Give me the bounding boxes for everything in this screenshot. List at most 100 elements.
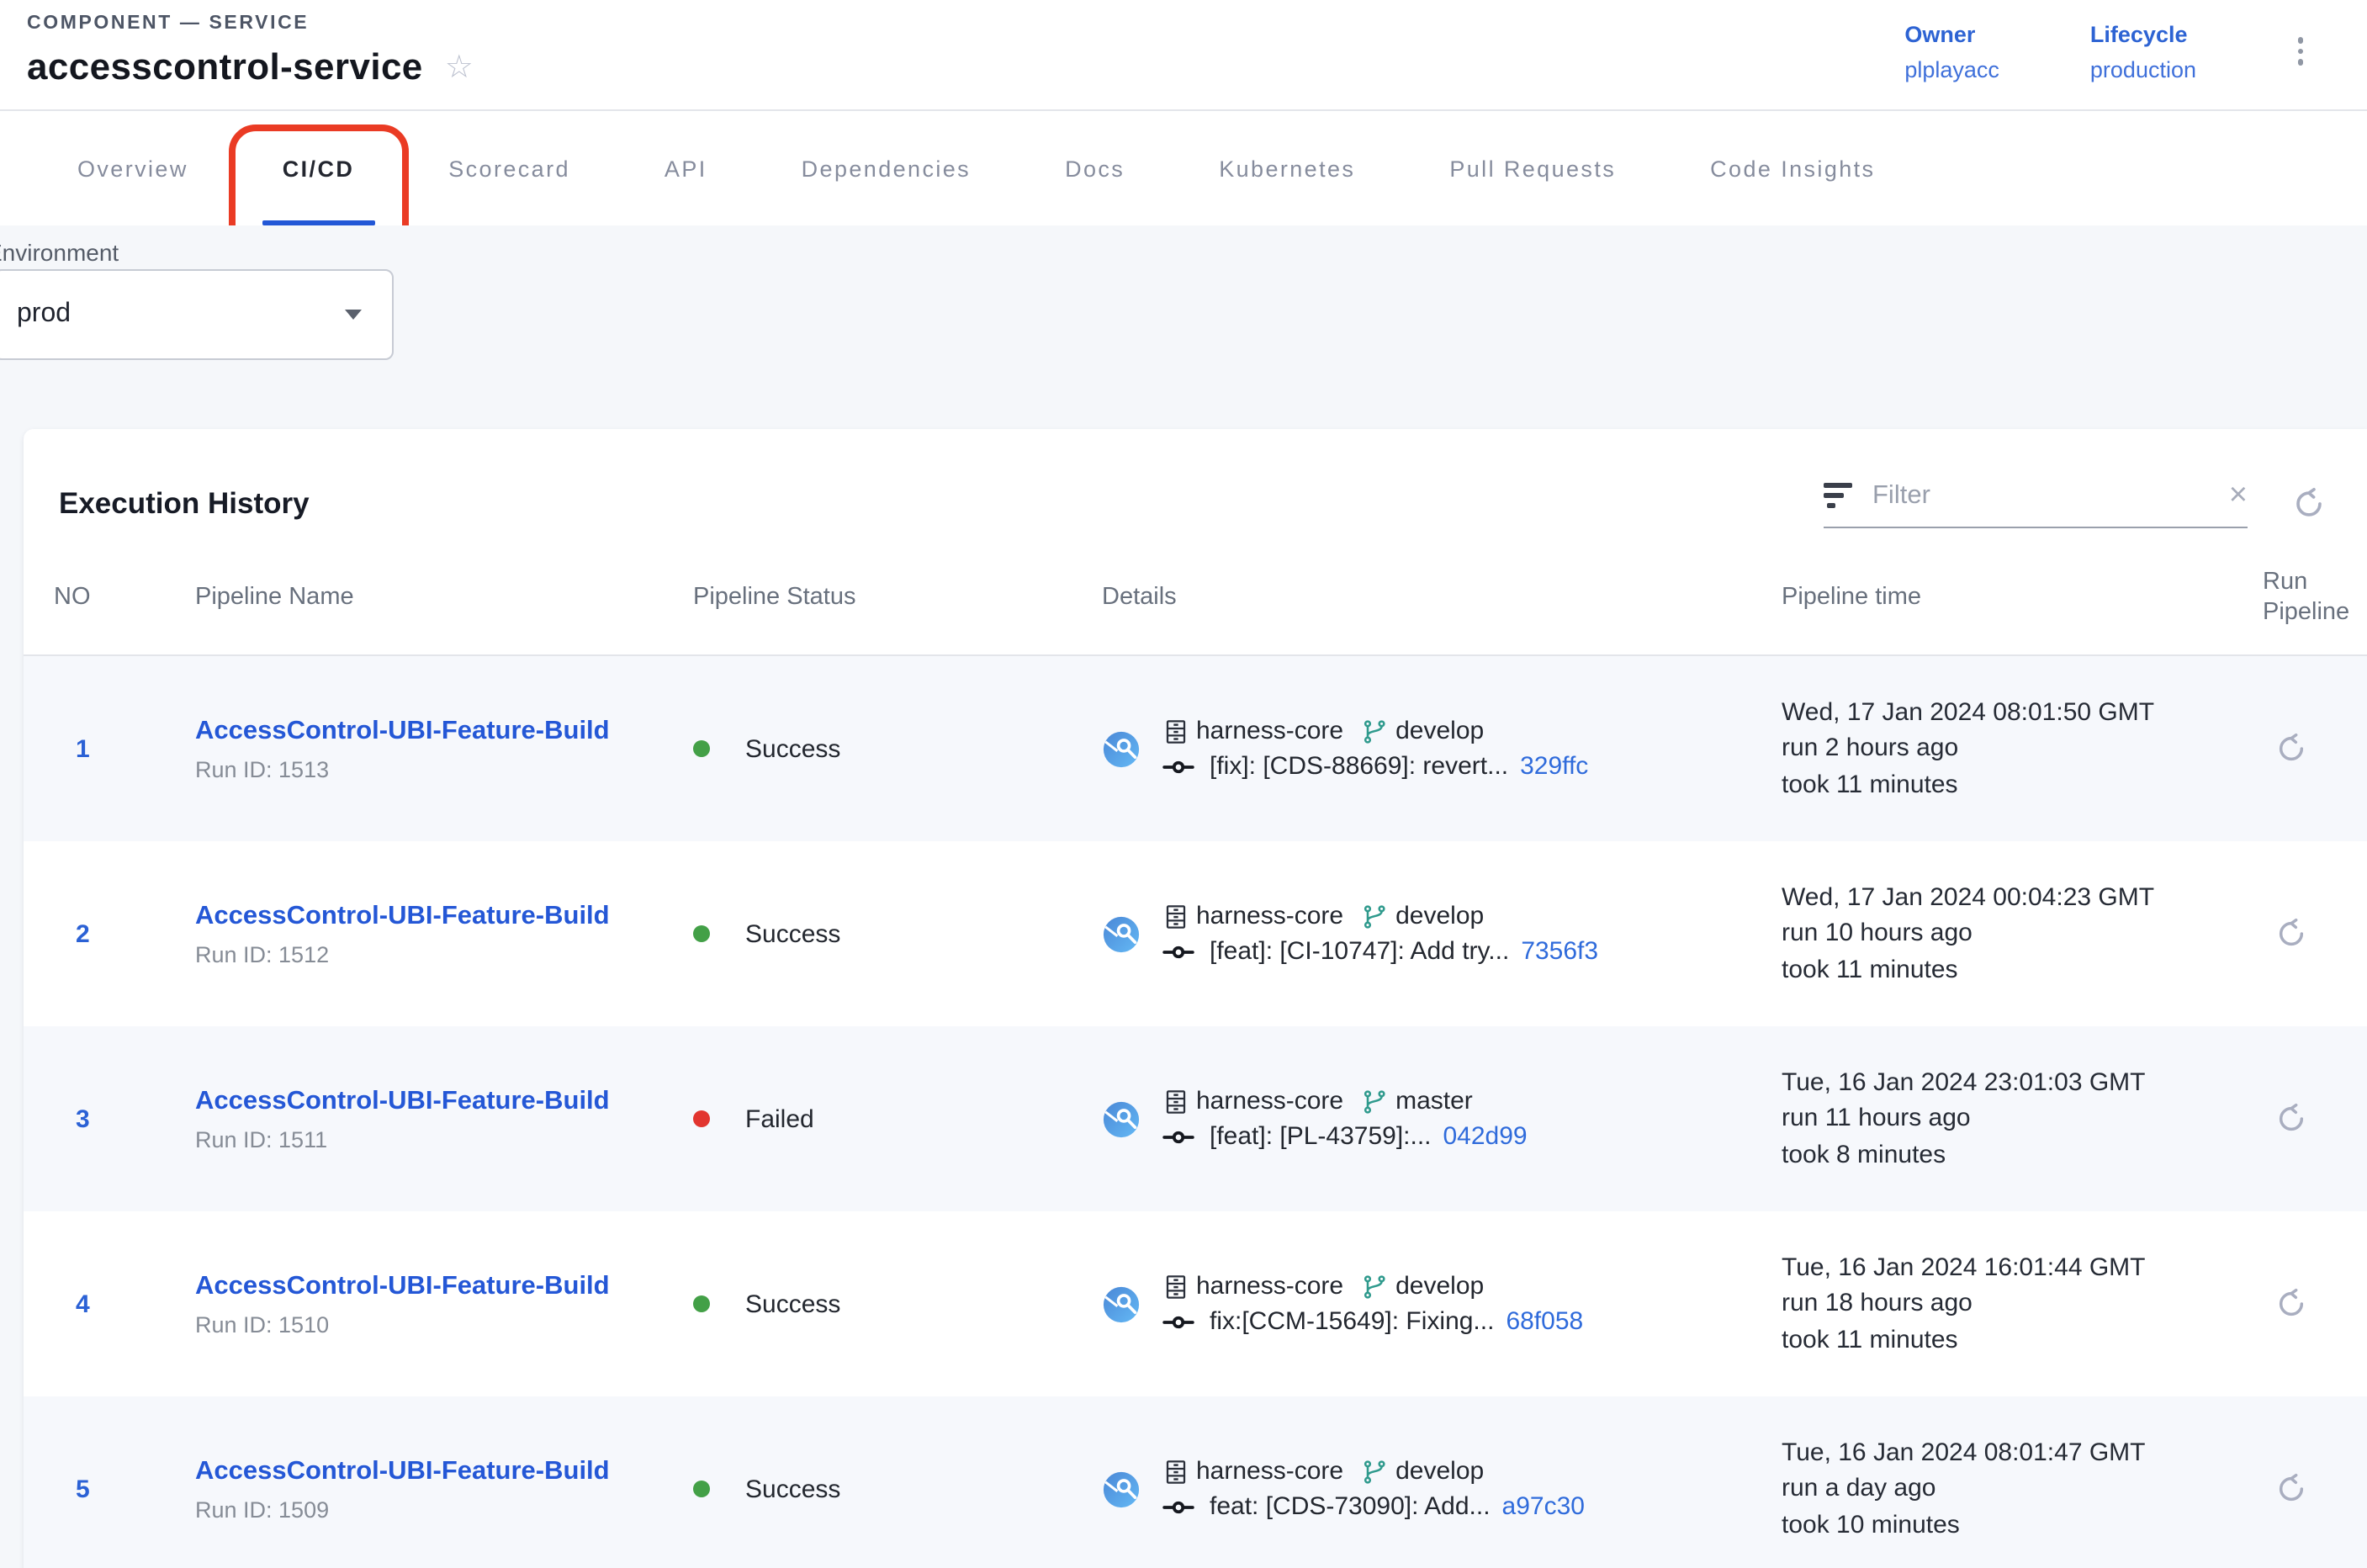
pipeline-name-link[interactable]: AccessControl-UBI-Feature-Build — [195, 1271, 693, 1301]
entity-header: COMPONENT — SERVICE accesscontrol-servic… — [0, 0, 2367, 111]
entity-title-block: COMPONENT — SERVICE accesscontrol-servic… — [27, 13, 474, 109]
run-id: Run ID: 1513 — [195, 756, 693, 781]
table-row: 1 AccessControl-UBI-Feature-Build Run ID… — [24, 656, 2367, 841]
git-branch-icon — [1360, 1458, 1387, 1485]
harness-pipeline-icon — [1102, 914, 1141, 953]
tab-label: Docs — [1065, 156, 1125, 181]
tab[interactable]: Pull Requests — [1422, 111, 1643, 225]
status-dot — [693, 925, 710, 942]
git-branch-icon — [1360, 903, 1387, 930]
tab[interactable]: Dependencies — [775, 111, 998, 225]
execution-history-panel: Execution History × — [24, 429, 2367, 1568]
repository-name: harness-core — [1196, 1457, 1343, 1486]
time-ago: run 11 hours ago — [1782, 1101, 2263, 1137]
tab-label: Kubernetes — [1219, 156, 1355, 181]
time-gmt: Wed, 17 Jan 2024 08:01:50 GMT — [1782, 695, 2263, 731]
tab-label: Code Insights — [1710, 156, 1875, 181]
git-branch-icon — [1360, 1273, 1387, 1300]
tab[interactable]: Scorecard — [421, 111, 597, 225]
pipeline-name-link[interactable]: AccessControl-UBI-Feature-Build — [195, 1456, 693, 1486]
commit-hash-link[interactable]: 329ffc — [1520, 752, 1588, 781]
refresh-table-icon[interactable] — [2291, 486, 2327, 522]
commit-message: [feat]: [PL-43759]:... — [1210, 1122, 1432, 1151]
harness-pipeline-icon — [1102, 1285, 1141, 1323]
pipeline-name-link[interactable]: AccessControl-UBI-Feature-Build — [195, 716, 693, 746]
tab-label: Dependencies — [802, 156, 971, 181]
harness-pipeline-icon — [1102, 729, 1141, 768]
time-took: took 8 minutes — [1782, 1137, 2263, 1173]
time-ago: run 2 hours ago — [1782, 731, 2263, 767]
time-gmt: Tue, 16 Jan 2024 16:01:44 GMT — [1782, 1250, 2263, 1286]
environment-select[interactable]: prod — [0, 269, 394, 360]
run-pipeline-icon[interactable] — [2274, 1287, 2308, 1321]
col-pipeline-status: Pipeline Status — [693, 583, 1102, 610]
page-title: accesscontrol-service — [27, 45, 423, 89]
row-number: 1 — [54, 734, 195, 763]
clear-filter-icon[interactable]: × — [2229, 479, 2248, 511]
col-pipeline-time: Pipeline time — [1782, 583, 2263, 610]
active-tab-indicator — [262, 220, 375, 225]
harness-pipeline-icon — [1102, 1470, 1141, 1508]
table-body: 1 AccessControl-UBI-Feature-Build Run ID… — [24, 656, 2367, 1568]
tab-label: CI/CD — [283, 156, 355, 181]
tab[interactable]: Overview — [50, 111, 215, 225]
table-row: 4 AccessControl-UBI-Feature-Build Run ID… — [24, 1211, 2367, 1396]
pipeline-name-link[interactable]: AccessControl-UBI-Feature-Build — [195, 1086, 693, 1116]
branch-name: master — [1395, 1087, 1473, 1115]
git-commit-icon — [1162, 1125, 1194, 1148]
branch-name: develop — [1395, 717, 1484, 745]
commit-hash-link[interactable]: 7356f3 — [1521, 937, 1598, 966]
repository-name: harness-core — [1196, 717, 1343, 745]
owner-value[interactable]: plplayacc — [1904, 52, 1999, 87]
entity-kind-label: COMPONENT — SERVICE — [27, 13, 474, 34]
repository-icon — [1162, 1273, 1189, 1300]
status-label: Success — [745, 1290, 840, 1318]
pipeline-time: Tue, 16 Jan 2024 23:01:03 GMT run 11 hou… — [1782, 1065, 2263, 1173]
environment-selected-value: prod — [17, 299, 71, 330]
tab[interactable]: Code Insights — [1683, 111, 1902, 225]
tab-label: Scorecard — [448, 156, 570, 181]
repository-name: harness-core — [1196, 1087, 1343, 1115]
tab[interactable]: API — [638, 111, 734, 225]
pipeline-name-link[interactable]: AccessControl-UBI-Feature-Build — [195, 901, 693, 931]
time-gmt: Tue, 16 Jan 2024 08:01:47 GMT — [1782, 1435, 2263, 1471]
status-dot — [693, 740, 710, 757]
status-dot — [693, 1295, 710, 1312]
commit-hash-link[interactable]: 68f058 — [1506, 1307, 1583, 1336]
branch-name: develop — [1395, 1457, 1484, 1486]
run-pipeline-icon[interactable] — [2274, 732, 2308, 765]
commit-hash-link[interactable]: 042d99 — [1443, 1122, 1528, 1151]
git-branch-icon — [1360, 718, 1387, 744]
status-dot — [693, 1481, 710, 1497]
run-pipeline-icon[interactable] — [2274, 917, 2308, 951]
time-took: took 10 minutes — [1782, 1507, 2263, 1544]
kebab-menu-icon[interactable] — [2297, 37, 2303, 109]
commit-hash-link[interactable]: a97c30 — [1502, 1492, 1585, 1521]
run-id: Run ID: 1510 — [195, 1311, 693, 1337]
app-window: COMPONENT — SERVICE accesscontrol-servic… — [0, 0, 2367, 1568]
tab[interactable]: CI/CD — [256, 111, 382, 225]
tab[interactable]: Kubernetes — [1192, 111, 1382, 225]
owner-meta: Owner plplayacc — [1904, 17, 1999, 109]
row-number: 2 — [54, 919, 195, 948]
time-took: took 11 minutes — [1782, 1322, 2263, 1359]
tab[interactable]: Docs — [1038, 111, 1152, 225]
pipeline-time: Tue, 16 Jan 2024 08:01:47 GMT run a day … — [1782, 1435, 2263, 1544]
time-ago: run 10 hours ago — [1782, 916, 2263, 952]
run-pipeline-icon[interactable] — [2274, 1472, 2308, 1506]
filter-input[interactable] — [1872, 480, 2216, 511]
panel-title: Execution History — [59, 486, 310, 522]
col-pipeline-name: Pipeline Name — [195, 583, 693, 610]
commit-message: fix:[CCM-15649]: Fixing... — [1210, 1307, 1494, 1336]
filter-field[interactable]: × — [1824, 479, 2248, 528]
row-number: 5 — [54, 1475, 195, 1503]
run-pipeline-icon[interactable] — [2274, 1102, 2308, 1136]
run-id: Run ID: 1509 — [195, 1496, 693, 1522]
row-number: 3 — [54, 1104, 195, 1133]
repository-icon — [1162, 1088, 1189, 1115]
favorite-star-icon[interactable]: ☆ — [445, 48, 474, 87]
status-label: Success — [745, 1475, 840, 1503]
status-dot — [693, 1110, 710, 1127]
entity-tab-bar: Overview CI/CD Scorecard API — [0, 111, 2367, 225]
repository-icon — [1162, 718, 1189, 744]
